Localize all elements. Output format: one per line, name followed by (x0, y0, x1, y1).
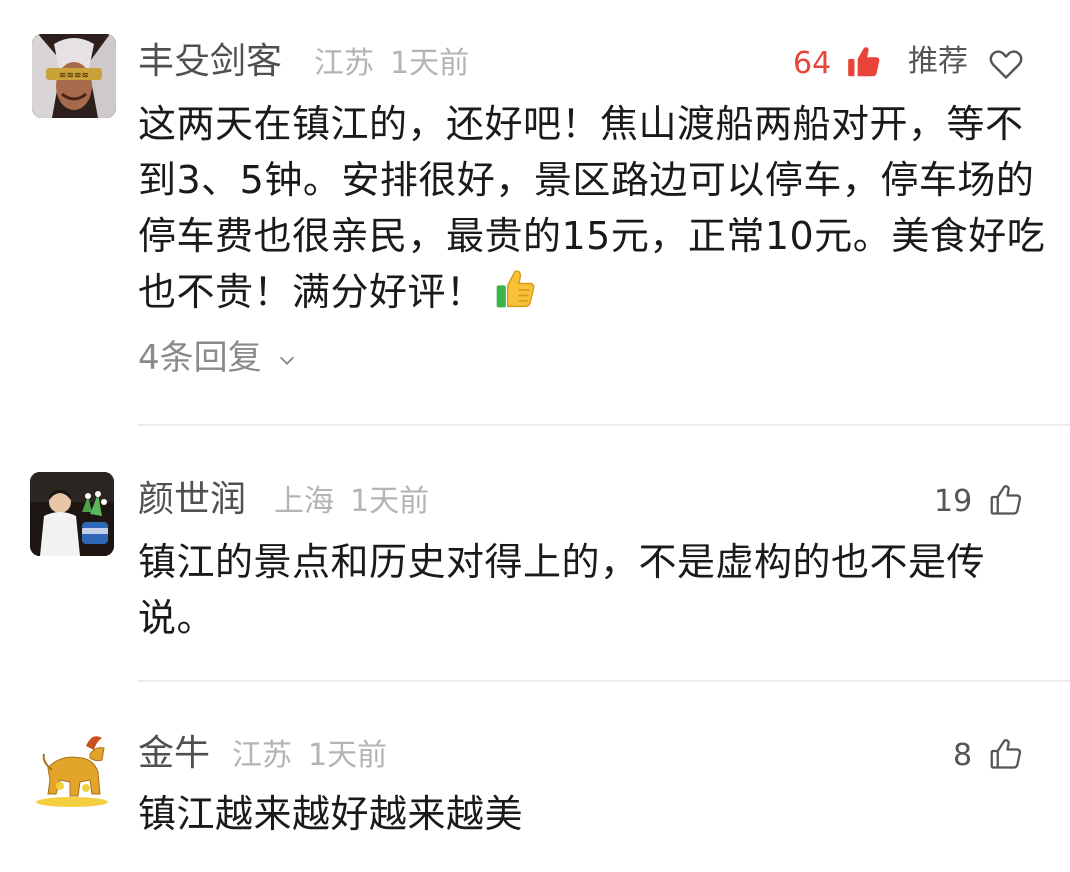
comment-list-page: ≋≋≋≋ 丰殳剑客 江苏 1天前 64 推荐 这两天在镇江的，还好吧！焦山渡船两… (0, 0, 1070, 872)
like-count: 19 (934, 484, 973, 519)
comment-time: 1天前 (308, 738, 388, 773)
svg-text:≋≋≋≋: ≋≋≋≋ (59, 71, 89, 81)
author-location: 江苏 (232, 738, 292, 773)
author-name[interactable]: 丰殳剑客 (138, 40, 282, 84)
thumbs-up-filled-icon[interactable] (844, 42, 884, 82)
comment-time: 1天前 (350, 484, 430, 519)
comment-content: 这两天在镇江的，还好吧！焦山渡船两船对开，等不到3、5钟。安排很好，景区路边可以… (138, 96, 1048, 326)
like-count: 64 (793, 46, 832, 81)
comment-content: 镇江的景点和历史对得上的，不是虚构的也不是传说。 (138, 540, 986, 640)
heart-outline-icon[interactable] (986, 44, 1026, 84)
thumbs-up-outline-icon[interactable] (986, 480, 1026, 520)
avatar[interactable] (30, 472, 114, 556)
comment-time: 1天前 (390, 46, 470, 81)
avatar[interactable]: ≋≋≋≋ (32, 34, 116, 118)
replies-label: 4条回复 (138, 338, 262, 378)
author-location: 江苏 (314, 46, 374, 81)
comment-content: 镇江越来越好越来越美 (138, 792, 524, 836)
avatar[interactable] (30, 724, 114, 808)
thumbs-up-emoji (493, 267, 537, 326)
view-replies-button[interactable]: 4条回复 (138, 336, 298, 382)
author-name[interactable]: 金牛 (138, 732, 210, 776)
comment-divider (138, 424, 1070, 426)
thumbs-up-outline-icon[interactable] (986, 734, 1026, 774)
comment-divider (138, 680, 1070, 682)
chevron-down-icon (276, 338, 298, 382)
recommend-button[interactable]: 推荐 (908, 42, 968, 82)
author-location: 上海 (274, 484, 334, 519)
author-name[interactable]: 颜世润 (138, 478, 246, 522)
like-count: 8 (953, 738, 973, 773)
comment-text: 这两天在镇江的，还好吧！焦山渡船两船对开，等不到3、5钟。安排很好，景区路边可以… (138, 102, 1046, 314)
